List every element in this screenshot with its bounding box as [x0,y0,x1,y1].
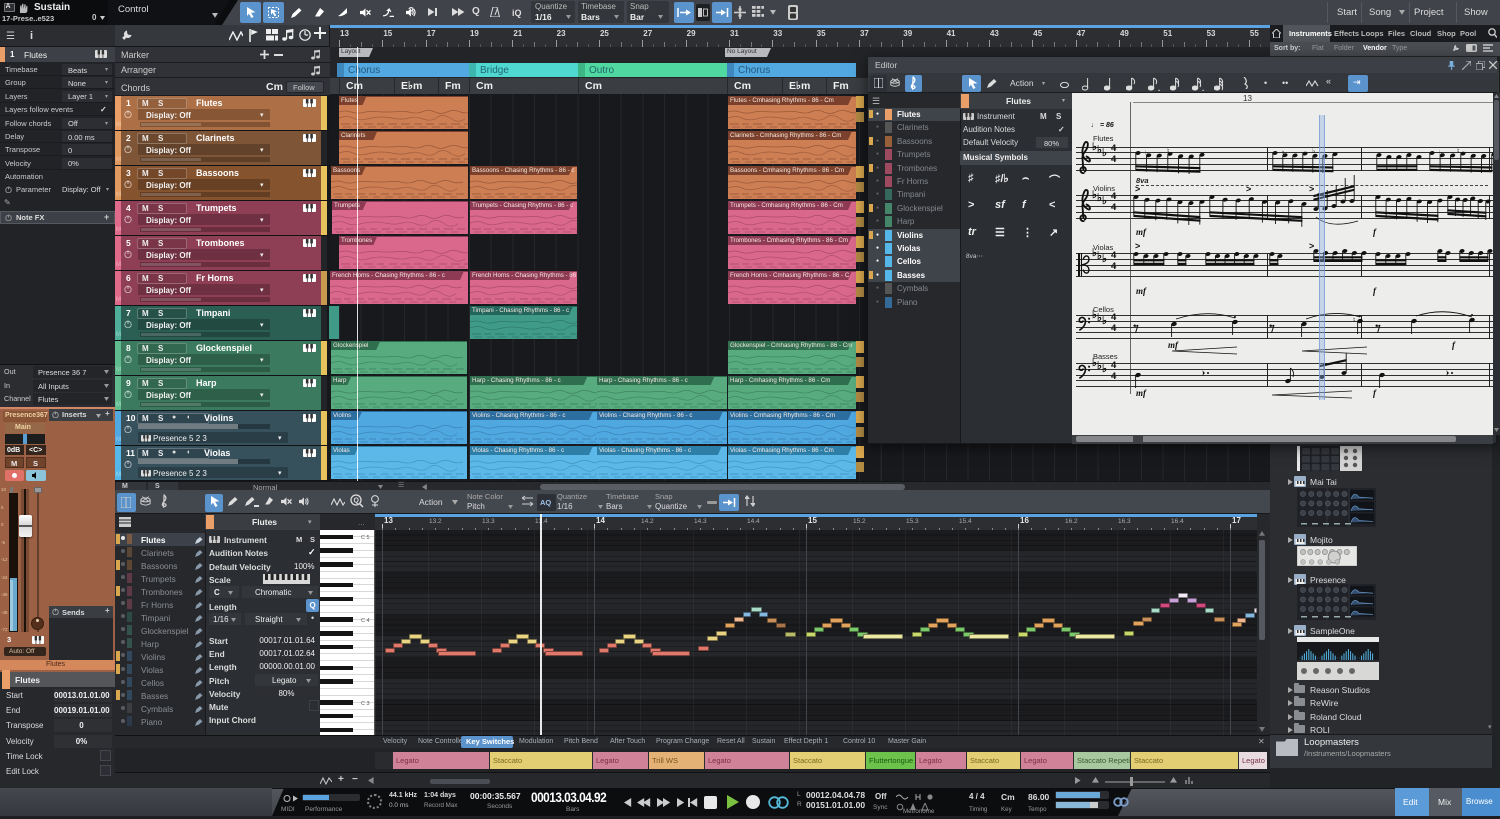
svg-text:>: > [1135,184,1140,194]
svg-text:♮: ♮ [1282,149,1285,157]
svg-text:♭: ♭ [1312,147,1315,155]
svg-text:>: > [1309,184,1314,194]
svg-text:>: > [1246,184,1251,194]
svg-text:>: > [1135,241,1140,251]
svg-text:♮: ♮ [1353,316,1356,324]
svg-text:Q: Q [354,498,360,505]
svg-text:♮: ♮ [1167,147,1170,155]
svg-text:♭: ♭ [1145,149,1148,157]
svg-text:♭: ♭ [1439,149,1442,157]
svg-text:♮: ♮ [1457,147,1460,155]
svg-text:>: > [1309,241,1314,251]
